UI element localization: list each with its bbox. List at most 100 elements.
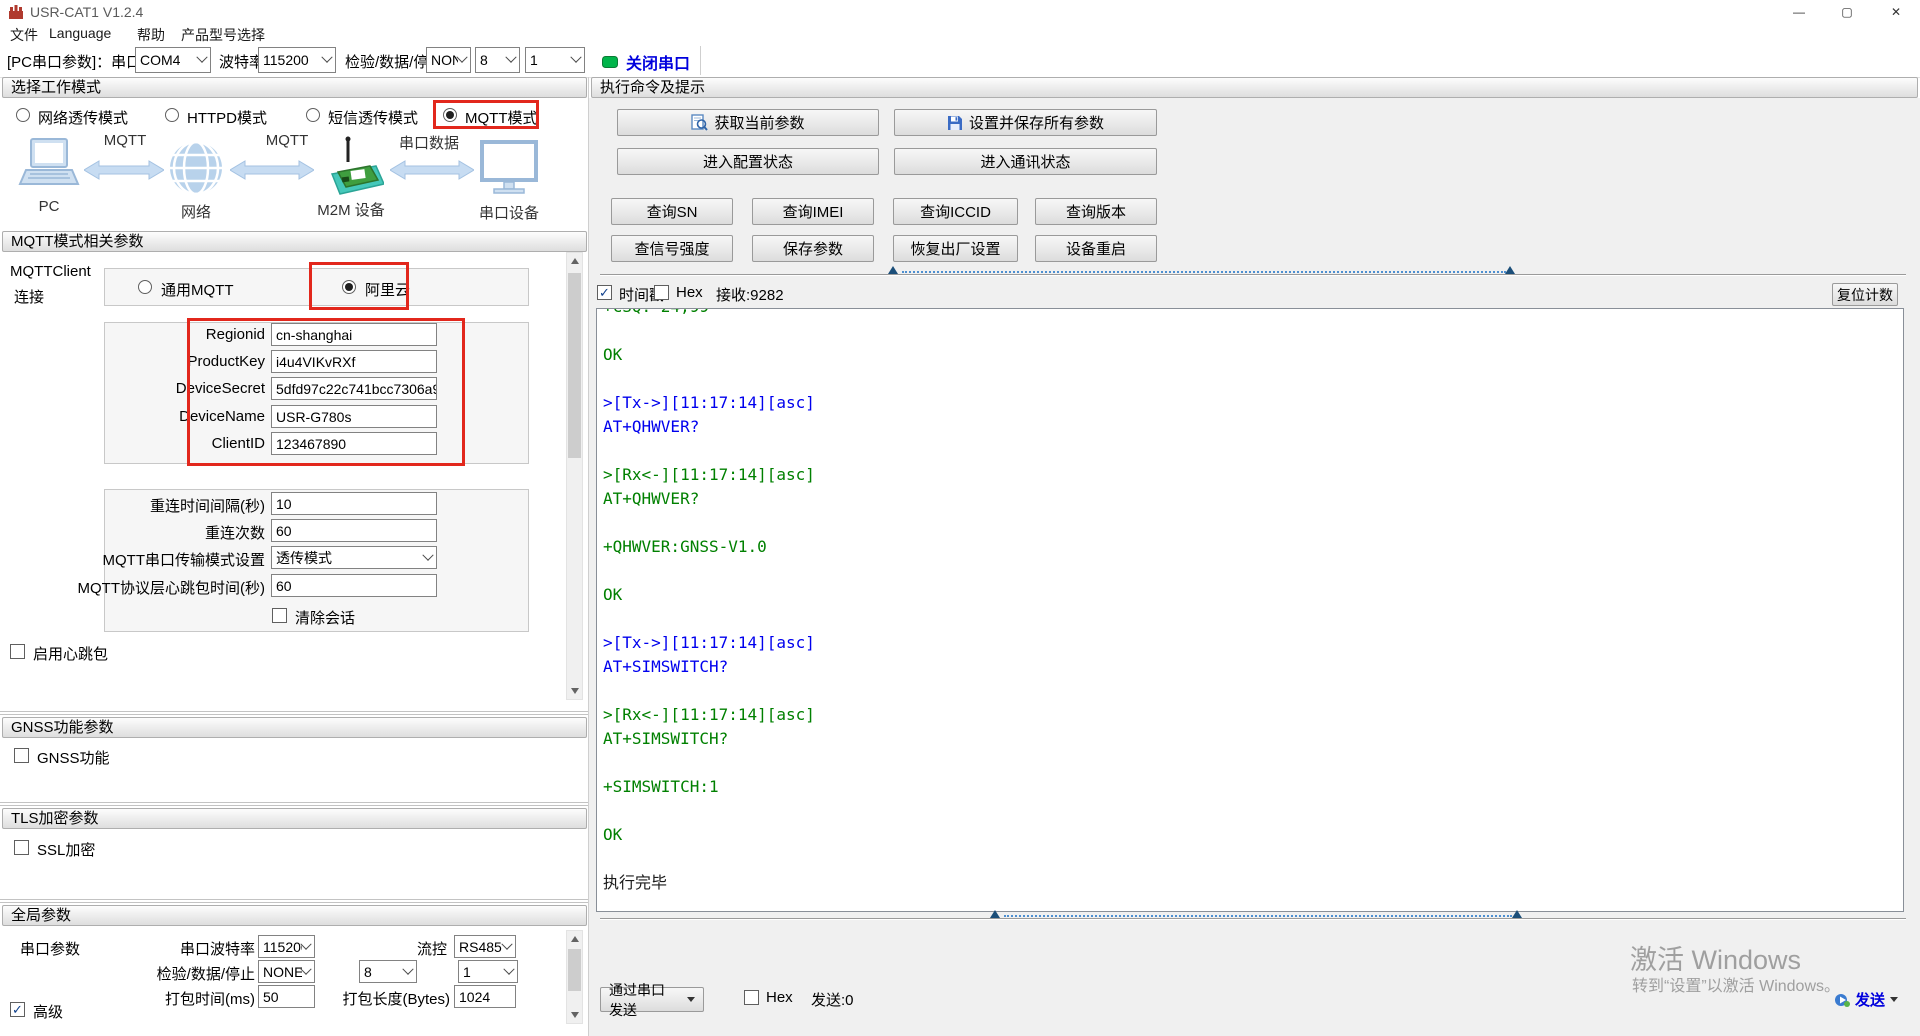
global-stopbits-select[interactable]: 1 <box>458 960 518 983</box>
splitter[interactable] <box>0 802 588 803</box>
ssl-checkbox[interactable] <box>14 840 29 855</box>
heartbeat-label[interactable]: 启用心跳包 <box>33 643 108 664</box>
gnss-checkbox[interactable] <box>14 748 29 763</box>
serial-params-label: 串口参数 <box>20 938 80 959</box>
tx-hex-checkbox[interactable] <box>744 990 759 1005</box>
save-params-button[interactable]: 保存参数 <box>752 235 874 262</box>
scrollbar-thumb[interactable] <box>568 273 581 458</box>
minimize-button[interactable]: — <box>1776 0 1822 24</box>
radio-httpd-mode-label[interactable]: HTTPD模式 <box>187 107 267 128</box>
timestamp-checkbox[interactable]: ✓ <box>597 285 612 300</box>
advanced-checkbox[interactable]: ✓ <box>10 1002 25 1017</box>
productkey-input[interactable]: i4u4VIKvRXf <box>271 350 437 373</box>
clear-session-checkbox[interactable] <box>272 608 287 623</box>
ssl-checkbox-label[interactable]: SSL加密 <box>37 839 95 860</box>
scroll-up-icon[interactable] <box>567 931 582 947</box>
factory-reset-button[interactable]: 恢复出厂设置 <box>893 235 1018 262</box>
enter-comm-button[interactable]: 进入通讯状态 <box>894 148 1157 175</box>
query-iccid-button[interactable]: 查询ICCID <box>893 198 1018 225</box>
query-imei-button[interactable]: 查询IMEI <box>752 198 874 225</box>
splitter[interactable] <box>0 711 588 712</box>
menu-language[interactable]: Language <box>49 25 111 41</box>
flow-select[interactable]: RS485 <box>454 935 516 958</box>
regionid-input[interactable]: cn-shanghai <box>271 323 437 346</box>
splitter[interactable] <box>0 714 588 715</box>
reconnect-interval-input[interactable]: 10 <box>271 492 437 515</box>
scroll-up-icon[interactable] <box>567 253 582 269</box>
radio-sms-mode-label[interactable]: 短信透传模式 <box>328 107 418 128</box>
advanced-checkbox-label[interactable]: 高级 <box>33 1001 63 1022</box>
radio-generic-mqtt-label[interactable]: 通用MQTT <box>161 279 234 300</box>
tx-hex-label[interactable]: Hex <box>766 989 793 1006</box>
keepalive-input[interactable]: 60 <box>271 574 437 597</box>
reboot-button[interactable]: 设备重启 <box>1035 235 1157 262</box>
global-baud-select[interactable]: 115200 <box>258 935 315 958</box>
terminal-output[interactable]: +CSQ: 24,99 OK >[Tx->][11:17:14][asc]AT+… <box>596 308 1904 912</box>
radio-aliyun-label[interactable]: 阿里云 <box>365 279 410 300</box>
radio-sms-mode[interactable] <box>306 108 320 122</box>
clientid-input[interactable]: 123467890 <box>271 432 437 455</box>
heartbeat-checkbox[interactable] <box>10 644 25 659</box>
pc-icon <box>18 138 80 198</box>
global-parity-select[interactable]: NONE <box>258 960 315 983</box>
scroll-down-icon[interactable] <box>567 1007 582 1023</box>
devicesecret-input[interactable]: 5dfd97c22c741bcc7306a98ef <box>271 377 437 400</box>
send-button[interactable]: 发送 <box>1834 989 1898 1010</box>
databits-select[interactable]: 8 <box>475 47 520 73</box>
chevron-down-icon <box>300 963 311 974</box>
baud-select[interactable]: 115200 <box>258 47 336 73</box>
reconnect-times-input[interactable]: 60 <box>271 519 437 542</box>
mqtt-scrollbar[interactable] <box>566 252 583 700</box>
close-button[interactable]: ✕ <box>1872 0 1920 24</box>
query-sn-button[interactable]: 查询SN <box>611 198 733 225</box>
work-mode-header: 选择工作模式 <box>2 77 587 98</box>
rx-hex-label[interactable]: Hex <box>676 284 703 301</box>
clear-session-label[interactable]: 清除会话 <box>295 607 355 628</box>
devicename-input[interactable]: USR-G780s <box>271 405 437 428</box>
maximize-button[interactable]: ▢ <box>1824 0 1870 24</box>
parity-select[interactable]: NONI <box>426 47 471 73</box>
terminal-line <box>603 367 1903 391</box>
reset-count-button[interactable]: 复位计数 <box>1832 283 1898 306</box>
query-signal-button[interactable]: 查信号强度 <box>611 235 733 262</box>
top-trackbar-thumb2[interactable] <box>1505 266 1515 274</box>
radio-aliyun[interactable] <box>342 280 356 294</box>
terminal-line <box>603 679 1903 703</box>
bottom-trackbar-thumb[interactable] <box>990 910 1000 918</box>
splitter[interactable] <box>0 899 588 900</box>
query-version-button[interactable]: 查询版本 <box>1035 198 1157 225</box>
get-params-button[interactable]: 获取当前参数 <box>617 109 879 136</box>
pack-time-input[interactable]: 50 <box>258 985 315 1008</box>
menu-help[interactable]: 帮助 <box>137 25 165 45</box>
bottom-trackbar[interactable] <box>600 918 1906 920</box>
top-trackbar[interactable] <box>600 274 1906 276</box>
stopbits-select[interactable]: 1 <box>525 47 585 73</box>
radio-mqtt-mode-label[interactable]: MQTT模式 <box>465 107 538 128</box>
radio-net-mode[interactable] <box>16 108 30 122</box>
scroll-down-icon[interactable] <box>567 683 582 699</box>
enter-config-button[interactable]: 进入配置状态 <box>617 148 879 175</box>
network-label: 网络 <box>168 201 224 222</box>
com-port-select[interactable]: COM4 <box>135 47 211 73</box>
close-port-button[interactable]: 关闭串口 <box>602 50 690 74</box>
rx-hex-checkbox[interactable] <box>654 285 669 300</box>
top-trackbar-thumb[interactable] <box>888 266 898 274</box>
radio-generic-mqtt[interactable] <box>138 280 152 294</box>
menu-product-model[interactable]: 产品型号选择 <box>181 25 265 45</box>
scrollbar-thumb[interactable] <box>568 949 581 991</box>
send-via-serial-button[interactable]: 通过串口发送 <box>600 987 704 1012</box>
pack-len-input[interactable]: 1024 <box>454 985 516 1008</box>
radio-mqtt-mode[interactable] <box>443 108 457 122</box>
global-databits-select[interactable]: 8 <box>359 960 417 983</box>
splitter[interactable] <box>0 805 588 806</box>
bottom-trackbar-thumb2[interactable] <box>1512 910 1522 918</box>
gnss-checkbox-label[interactable]: GNSS功能 <box>37 747 110 768</box>
chevron-down-icon <box>501 938 512 949</box>
menu-file[interactable]: 文件 <box>10 25 38 45</box>
set-save-params-button[interactable]: 设置并保存所有参数 <box>894 109 1157 136</box>
trans-mode-select[interactable]: 透传模式 <box>271 546 437 569</box>
splitter[interactable] <box>0 902 588 903</box>
radio-net-mode-label[interactable]: 网络透传模式 <box>38 107 128 128</box>
radio-httpd-mode[interactable] <box>165 108 179 122</box>
global-scrollbar[interactable] <box>566 930 583 1024</box>
